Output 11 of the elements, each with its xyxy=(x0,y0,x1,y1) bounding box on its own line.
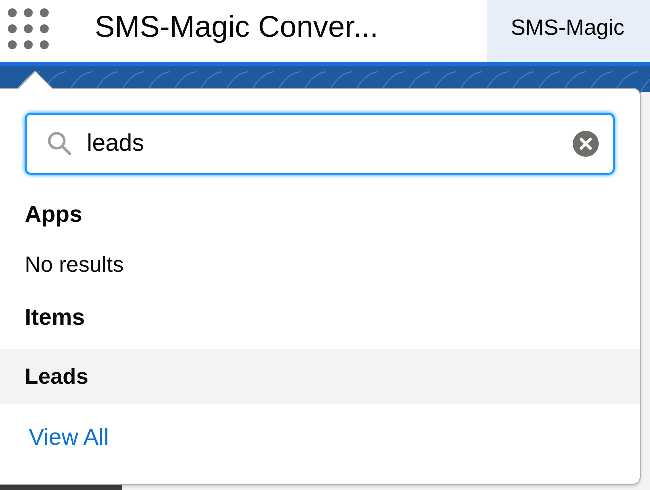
search-field[interactable]: leads xyxy=(25,113,615,175)
nav-tab[interactable]: SMS-Magic xyxy=(487,0,650,62)
app-launcher-icon[interactable] xyxy=(8,7,52,51)
result-item[interactable]: Leads xyxy=(0,349,640,404)
section-heading: Apps xyxy=(25,201,82,227)
empty-message: No results xyxy=(25,252,124,277)
search-icon xyxy=(47,131,73,157)
section-heading: Items xyxy=(25,304,86,330)
clear-icon[interactable] xyxy=(573,131,599,157)
app-title: SMS-Magic Conver... xyxy=(95,11,378,45)
view-all-link[interactable]: View All xyxy=(29,424,110,450)
